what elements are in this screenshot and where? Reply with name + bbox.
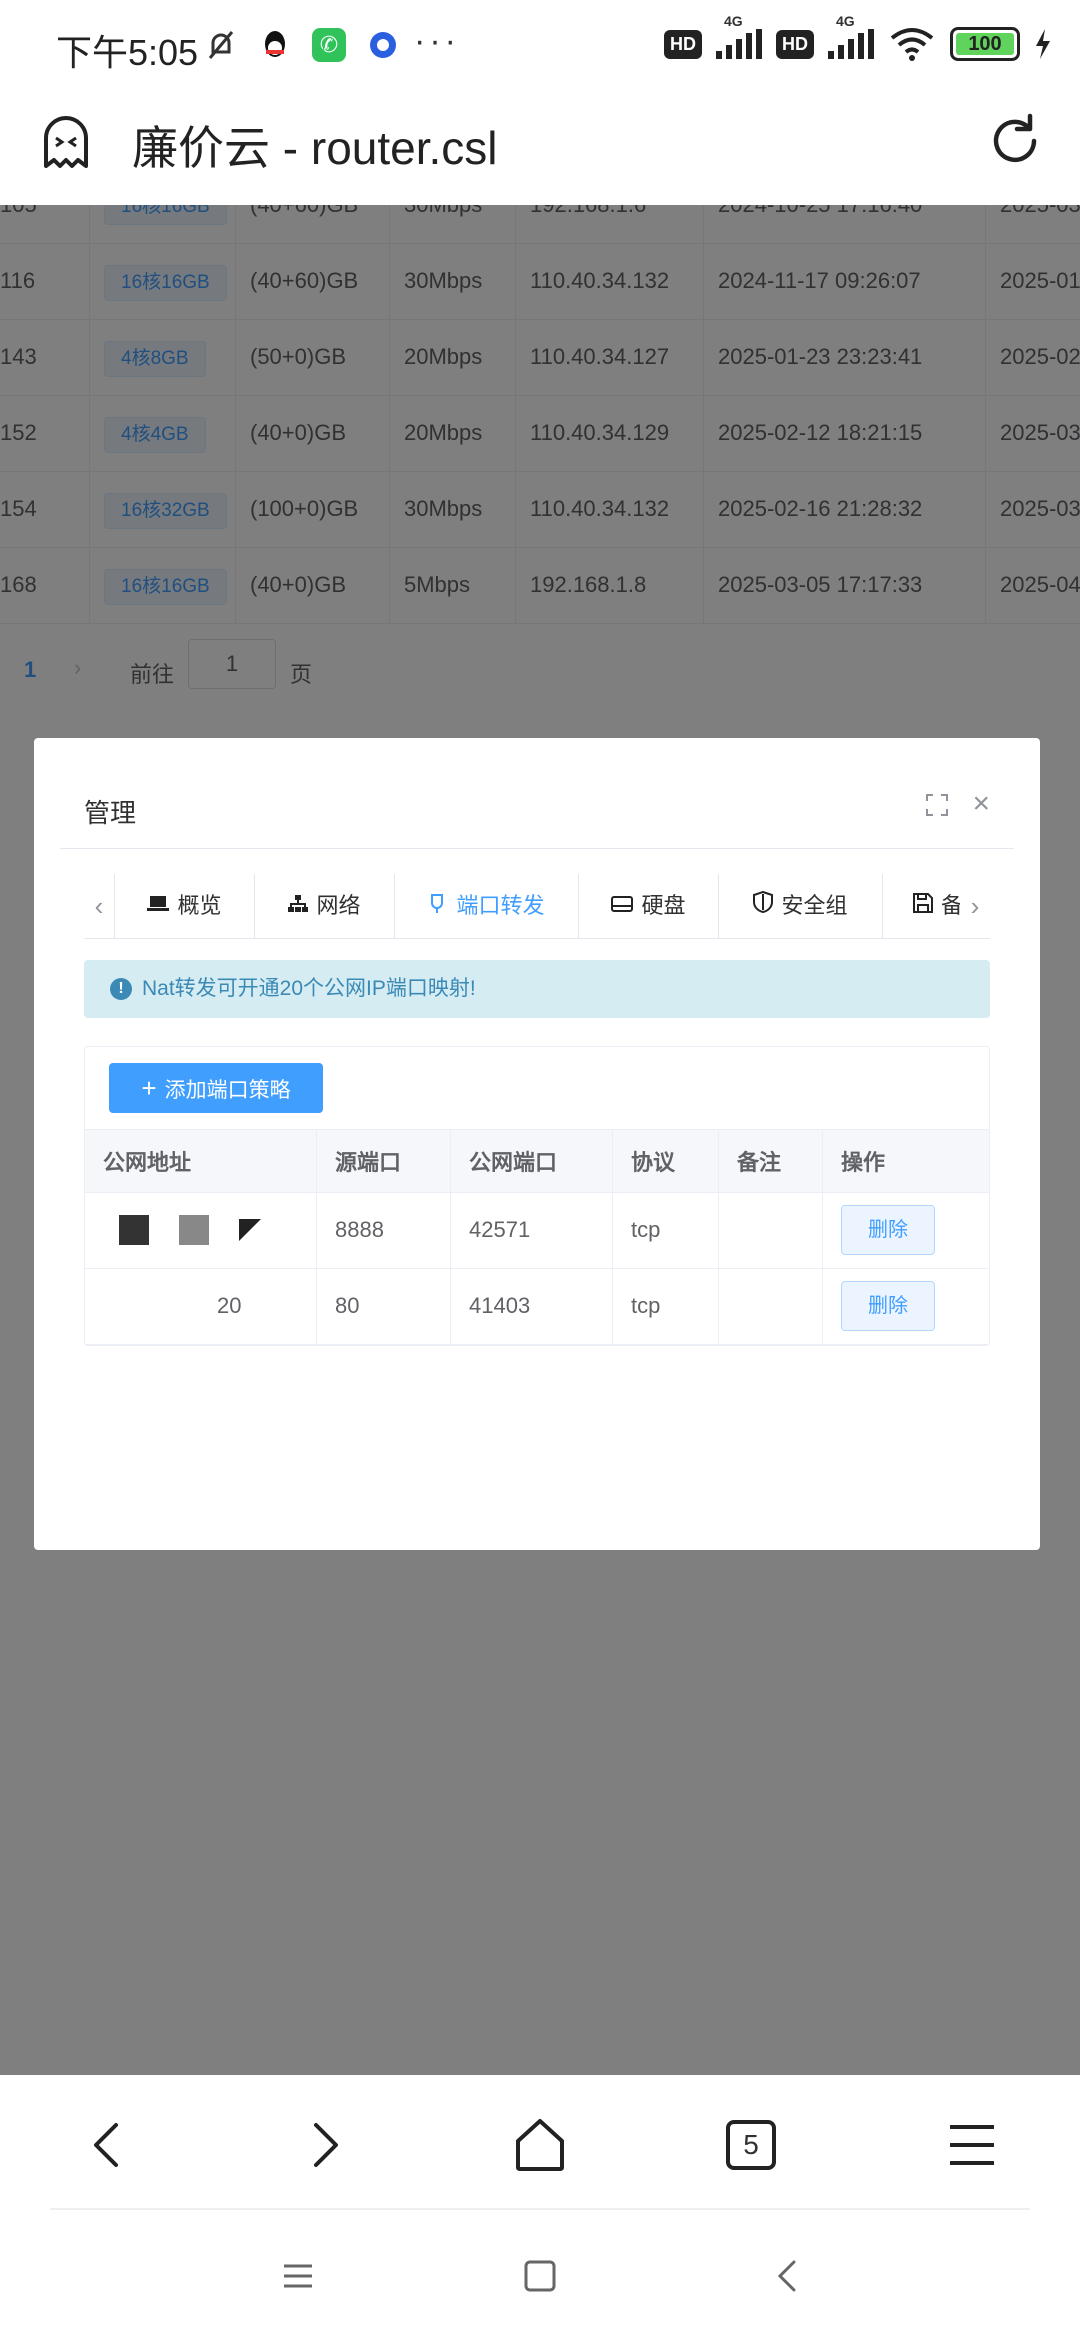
tabs-count-button[interactable]: 5: [726, 2120, 776, 2170]
info-icon: !: [110, 978, 132, 1000]
public-address-cell: 20: [85, 1268, 317, 1344]
site-favicon-icon: [44, 116, 88, 168]
tab-strip: 概览 网络 端口转发 硬盘 安全组 备: [114, 874, 960, 938]
hd-badge: HD: [664, 29, 702, 59]
page-title: 廉价云 - router.csl: [132, 122, 498, 174]
charging-icon: [1036, 29, 1050, 59]
laptop-icon: [147, 896, 170, 911]
browser-bottom-nav: 5: [0, 2075, 1080, 2205]
disk-icon: [611, 896, 634, 912]
info-alert: ! Nat转发可开通20个公网IP端口映射!: [84, 960, 990, 1018]
recents-icon[interactable]: [280, 2258, 316, 2294]
tab-security-group[interactable]: 安全组: [718, 874, 882, 938]
table-row: 8888 42571 tcp 删除: [85, 1192, 989, 1269]
header-public-address: 公网地址: [85, 1130, 317, 1192]
tab-port-forward[interactable]: 端口转发: [394, 874, 578, 938]
header-note: 备注: [719, 1130, 823, 1192]
delete-button[interactable]: 删除: [841, 1205, 935, 1255]
status-time: 下午5:05: [56, 32, 199, 73]
network-icon: [288, 895, 309, 912]
tab-overview[interactable]: 概览: [114, 874, 254, 938]
public-address-cell: [85, 1192, 317, 1268]
signal-2-icon: 4G: [828, 13, 874, 59]
back-icon[interactable]: [78, 2115, 138, 2175]
status-bar: 下午5:05 ✆ ··· HD 4G HD 4G 100: [0, 0, 1080, 95]
tabs-next-arrow-icon[interactable]: ›: [960, 874, 990, 938]
tab-disk[interactable]: 硬盘: [578, 874, 718, 938]
header-protocol: 协议: [613, 1130, 719, 1192]
delete-button[interactable]: 删除: [841, 1281, 935, 1331]
status-more: ···: [414, 22, 460, 60]
manage-dialog: 管理 × ‹ 概览 网络 端口转发 硬盘 安全组 备 › ! Nat转发可开通2…: [34, 738, 1040, 1550]
wifi-icon: [890, 28, 934, 61]
port-forward-card: + 添加端口策略 公网地址 源端口 公网端口 协议 备注 操作 8888 4257…: [84, 1046, 990, 1346]
alert-text: Nat转发可开通20个公网IP端口映射!: [142, 977, 476, 1000]
whatsapp-icon: ✆: [312, 28, 346, 62]
save-icon: [913, 893, 933, 913]
table-row: 20 80 41403 tcp 删除: [85, 1268, 989, 1345]
dialog-tabs: ‹ 概览 网络 端口转发 硬盘 安全组 备 ›: [84, 874, 990, 939]
home-square-icon[interactable]: [522, 2258, 558, 2294]
system-nav-bar: [0, 2210, 1080, 2340]
header-public-port: 公网端口: [451, 1130, 613, 1192]
dialog-divider: [60, 848, 1014, 849]
system-back-icon[interactable]: [770, 2258, 806, 2294]
menu-icon[interactable]: [942, 2115, 1002, 2175]
mute-bell-icon: [208, 31, 234, 59]
plus-icon: +: [141, 1073, 157, 1103]
home-icon[interactable]: [510, 2115, 570, 2175]
close-icon[interactable]: ×: [972, 789, 990, 819]
signal-1-icon: 4G: [716, 13, 762, 59]
reload-icon[interactable]: [986, 112, 1044, 170]
tab-network[interactable]: 网络: [254, 874, 394, 938]
status-notification-icons: ✆: [208, 28, 398, 62]
header-source-port: 源端口: [317, 1130, 451, 1192]
shield-icon: [753, 891, 774, 913]
battery-icon: 100: [950, 27, 1020, 61]
add-port-rule-button[interactable]: + 添加端口策略: [109, 1063, 323, 1113]
hd-badge-2: HD: [776, 29, 814, 59]
tabs-prev-arrow-icon[interactable]: ‹: [84, 874, 114, 938]
qq-icon: [265, 31, 285, 57]
forward-icon[interactable]: [294, 2115, 354, 2175]
fullscreen-icon[interactable]: [926, 794, 948, 816]
status-system-icons: HD 4G HD 4G 100: [664, 13, 1052, 62]
tab-backup[interactable]: 备: [882, 874, 960, 938]
app-icon: [370, 32, 396, 58]
header-action: 操作: [841, 1150, 886, 1175]
port-table-header: 公网地址 源端口 公网端口 协议 备注 操作: [85, 1129, 989, 1193]
dialog-title: 管理: [84, 798, 137, 828]
port-forward-icon: [431, 894, 444, 913]
